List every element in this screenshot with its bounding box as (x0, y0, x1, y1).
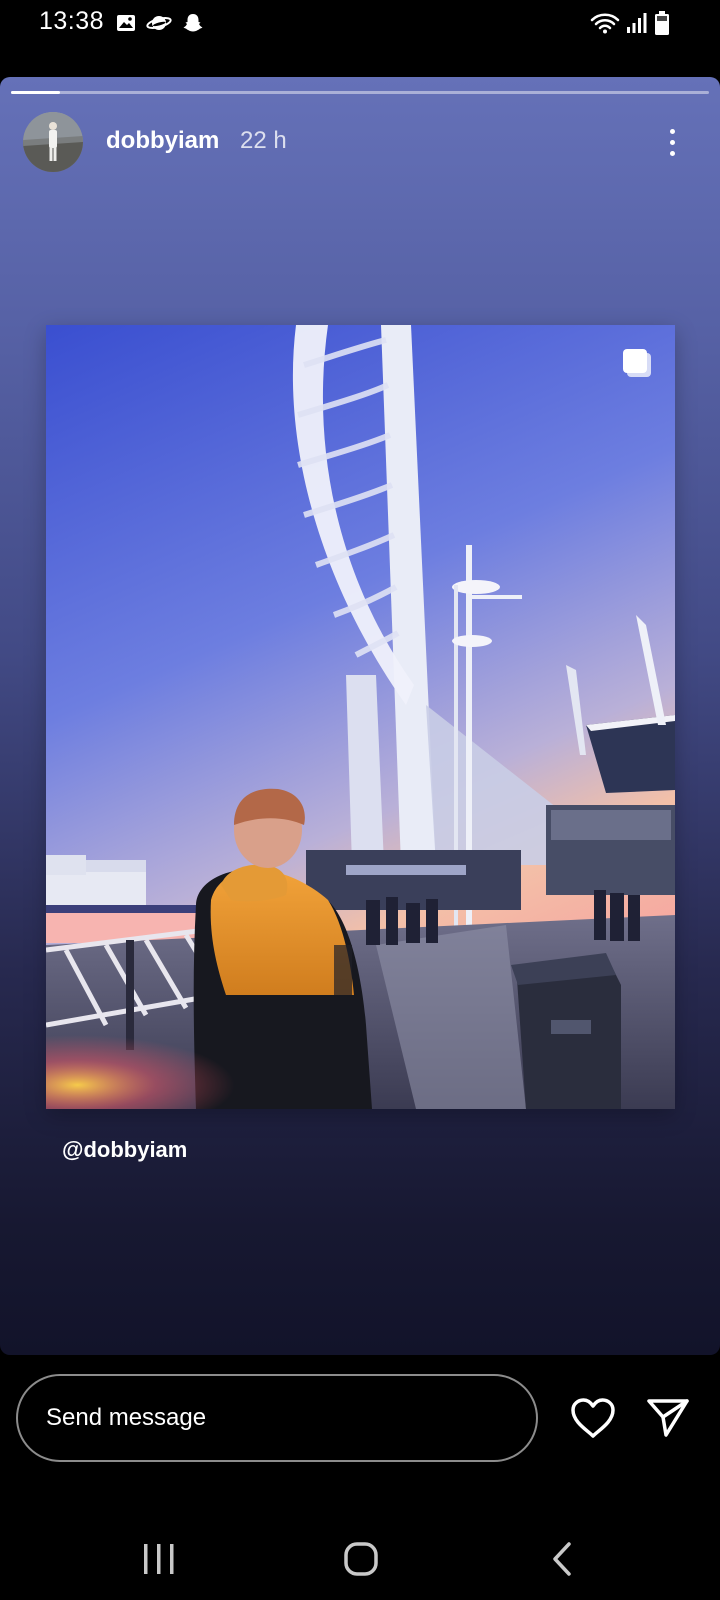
snapchat-icon (183, 14, 203, 32)
story-progress-bar (11, 91, 709, 94)
mention-sticker[interactable]: @dobbyiam (62, 1137, 187, 1163)
wifi-icon (590, 13, 620, 34)
more-vertical-icon (669, 128, 675, 134)
send-icon[interactable] (646, 1397, 690, 1439)
avatar[interactable] (23, 112, 83, 172)
avatar-image (23, 112, 83, 172)
heart-icon[interactable] (570, 1397, 616, 1439)
status-notification-icons (116, 11, 204, 35)
send-message-input[interactable] (16, 1374, 538, 1462)
signal-icon (627, 13, 647, 33)
home-icon[interactable] (343, 1541, 379, 1577)
story-username[interactable]: dobbyiam (106, 127, 219, 155)
battery-icon (655, 11, 669, 35)
back-icon[interactable] (549, 1540, 575, 1578)
more-options-button[interactable] (660, 122, 684, 162)
saturn-icon (146, 16, 172, 30)
story-progress-fill (11, 91, 60, 94)
story-viewer[interactable]: dobbyiam 22 h @dobbyiam (0, 77, 720, 1355)
status-bar: 13:38 (0, 0, 720, 48)
status-system-icons (590, 10, 670, 36)
post-photo (46, 325, 675, 1109)
shared-post-image[interactable] (46, 325, 675, 1109)
carousel-icon (623, 349, 651, 377)
status-time: 13:38 (39, 7, 105, 35)
story-timestamp: 22 h (240, 127, 287, 154)
recents-icon[interactable] (141, 1542, 177, 1576)
gallery-icon (117, 15, 135, 31)
system-navigation-bar (0, 1520, 720, 1600)
